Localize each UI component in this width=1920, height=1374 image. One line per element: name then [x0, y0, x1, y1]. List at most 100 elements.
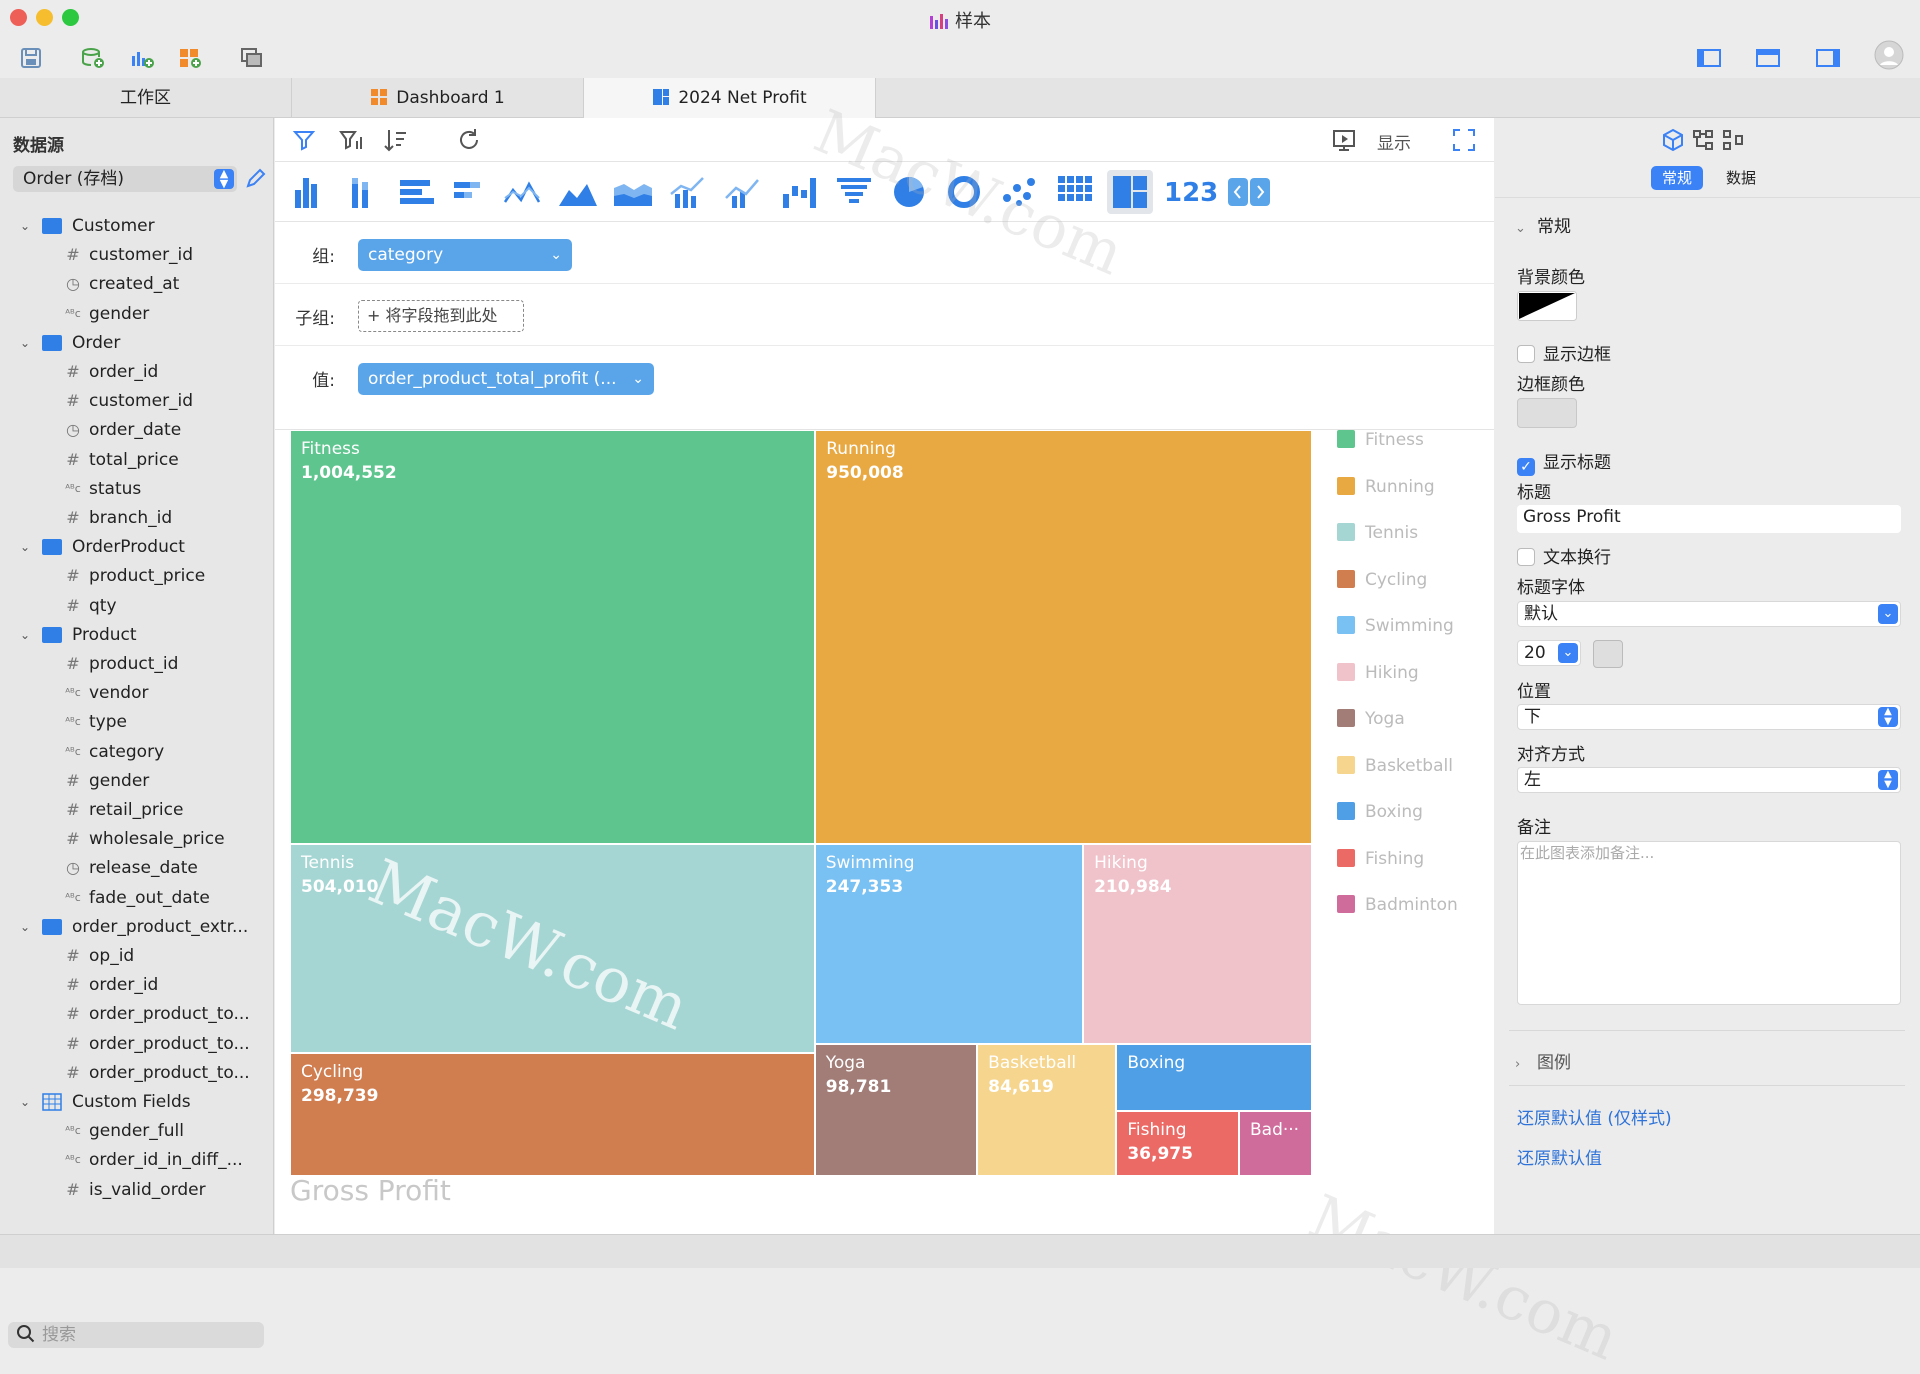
- reset-all-link[interactable]: 还原默认值: [1517, 1144, 1602, 1169]
- tree-field-node[interactable]: # order_product_to...: [66, 1000, 249, 1028]
- tree-table-node[interactable]: ⌄ order_product_extr...: [20, 913, 248, 941]
- treemap-tile[interactable]: Swimming 247,353: [814, 844, 1084, 1045]
- tree-field-node[interactable]: ◷ order_date: [66, 416, 181, 444]
- toggle-right-panel-icon[interactable]: [1815, 46, 1841, 70]
- tab-data[interactable]: 数据: [1715, 166, 1767, 190]
- filter-icon[interactable]: [292, 127, 318, 153]
- legend-item[interactable]: Badminton: [1337, 895, 1458, 917]
- tree-field-node[interactable]: # product_price: [66, 562, 205, 590]
- position-select[interactable]: 下 ▲ ▼: [1517, 704, 1901, 730]
- tree-field-node[interactable]: # order_product_to...: [66, 1059, 249, 1087]
- tree-field-node[interactable]: # is_valid_order: [66, 1176, 205, 1204]
- add-dashboard-icon[interactable]: [177, 46, 203, 70]
- tree-field-node[interactable]: # total_price: [66, 446, 178, 474]
- tree-field-node[interactable]: ᴬᴮc gender_full: [65, 1117, 184, 1145]
- chevron-down-icon[interactable]: ⌄: [20, 329, 34, 357]
- chart-type-next-icon[interactable]: [1250, 170, 1270, 214]
- present-icon[interactable]: [1331, 127, 1357, 153]
- heatmap-chart-icon[interactable]: [1052, 170, 1098, 214]
- sort-icon[interactable]: [383, 127, 409, 153]
- legend-item[interactable]: Fishing: [1337, 848, 1424, 871]
- layout-tree-icon[interactable]: [1691, 128, 1715, 152]
- tree-field-node[interactable]: ᴬᴮc gender: [65, 300, 149, 328]
- layout-split-icon[interactable]: [1721, 128, 1745, 152]
- datasource-select[interactable]: Order (存档) ▲ ▼: [13, 166, 237, 192]
- funnel-chart-icon[interactable]: [831, 170, 877, 214]
- tree-field-node[interactable]: # customer_id: [66, 241, 193, 269]
- fullscreen-icon[interactable]: [1451, 127, 1477, 153]
- tree-field-node[interactable]: # wholesale_price: [66, 825, 224, 853]
- bar-chart-icon[interactable]: [392, 170, 438, 214]
- chevron-down-icon[interactable]: ⌄: [20, 621, 34, 649]
- treemap-tile[interactable]: Cycling 298,739: [290, 1052, 815, 1176]
- waterfall-chart-icon[interactable]: [775, 170, 821, 214]
- treemap-tile[interactable]: Yoga 98,781: [814, 1044, 978, 1176]
- border-color-swatch[interactable]: [1517, 398, 1577, 428]
- chevron-down-icon[interactable]: ⌄: [20, 533, 34, 561]
- tree-field-node[interactable]: # order_id: [66, 358, 158, 386]
- legend-item[interactable]: Yoga: [1337, 709, 1405, 731]
- treemap-tile[interactable]: Tennis 504,010: [290, 844, 815, 1053]
- tab-dashboard-1[interactable]: Dashboard 1: [292, 78, 584, 118]
- legend-item[interactable]: Swimming: [1337, 616, 1454, 638]
- combo-chart-icon[interactable]: [665, 170, 711, 214]
- show-border-checkbox[interactable]: 显示边框: [1517, 340, 1611, 365]
- toggle-top-panel-icon[interactable]: [1755, 46, 1781, 70]
- tree-field-node[interactable]: # retail_price: [66, 796, 183, 824]
- chevron-down-icon[interactable]: ⌄: [20, 212, 34, 240]
- font-color-swatch[interactable]: [1593, 640, 1623, 668]
- legend-item[interactable]: Cycling: [1337, 569, 1427, 592]
- notes-textarea[interactable]: 在此图表添加备注...: [1517, 841, 1901, 1005]
- tree-field-node[interactable]: # product_id: [66, 650, 178, 678]
- field-search-input[interactable]: 搜索: [8, 1322, 264, 1348]
- show-title-checkbox[interactable]: ✓ 显示标题: [1517, 448, 1611, 476]
- legend-item[interactable]: Boxing: [1337, 802, 1423, 824]
- cube-icon[interactable]: [1661, 128, 1685, 152]
- tree-field-node[interactable]: ᴬᴮc category: [65, 738, 164, 766]
- tree-field-node[interactable]: # order_id: [66, 971, 158, 999]
- legend-item[interactable]: Fitness: [1337, 430, 1424, 452]
- title-font-select[interactable]: 默认 ⌄: [1517, 601, 1901, 627]
- account-avatar-icon[interactable]: [1874, 40, 1904, 70]
- wrap-text-checkbox[interactable]: 文本换行: [1517, 543, 1611, 568]
- tree-field-node[interactable]: ◷ release_date: [66, 854, 198, 882]
- legend-item[interactable]: Basketball: [1337, 755, 1453, 778]
- tree-field-node[interactable]: # customer_id: [66, 387, 193, 415]
- tree-field-node[interactable]: # branch_id: [66, 504, 172, 532]
- align-select[interactable]: 左 ▲ ▼: [1517, 767, 1901, 793]
- add-datasource-icon[interactable]: [80, 46, 106, 70]
- treemap-tile[interactable]: Bad···: [1239, 1110, 1312, 1176]
- line-chart-icon[interactable]: [500, 170, 546, 214]
- tree-field-node[interactable]: # qty: [66, 592, 116, 620]
- tree-field-node[interactable]: ◷ created_at: [66, 270, 179, 298]
- value-field-select[interactable]: order_product_total_profit (... ⌄: [358, 363, 654, 395]
- group-field-select[interactable]: category ⌄: [358, 239, 572, 271]
- treemap-tile[interactable]: Boxing: [1116, 1044, 1312, 1111]
- scatter-chart-icon[interactable]: [997, 170, 1043, 214]
- treemap-tile[interactable]: Basketball 84,619: [977, 1044, 1117, 1176]
- tree-field-node[interactable]: ᴬᴮc status: [65, 475, 141, 503]
- save-icon[interactable]: [18, 46, 44, 70]
- legend-item[interactable]: Tennis: [1337, 523, 1418, 545]
- treemap-tile[interactable]: Fitness 1,004,552: [290, 430, 816, 845]
- duplicate-icon[interactable]: [239, 46, 265, 70]
- legend-item[interactable]: Hiking: [1337, 662, 1419, 685]
- tab-2024-net-profit[interactable]: 2024 Net Profit: [584, 78, 876, 118]
- toggle-left-panel-icon[interactable]: [1696, 46, 1722, 70]
- treemap-tile[interactable]: Hiking 210,984: [1083, 844, 1312, 1045]
- area-chart-icon[interactable]: [555, 170, 601, 214]
- edit-pencil-icon[interactable]: [244, 168, 266, 190]
- kpi-number-icon[interactable]: 123: [1162, 170, 1222, 214]
- treemap-type-icon[interactable]: [1107, 170, 1153, 214]
- treemap-tile[interactable]: Running 950,008: [815, 430, 1312, 845]
- tree-table-node[interactable]: ⌄ Custom Fields: [20, 1088, 191, 1116]
- legend-item[interactable]: Running: [1337, 476, 1435, 499]
- stacked-bar-icon[interactable]: [446, 170, 492, 214]
- legend-section-header[interactable]: › 图例: [1515, 1048, 1571, 1073]
- dual-axis-icon[interactable]: [720, 170, 766, 214]
- tree-field-node[interactable]: # order_product_to...: [66, 1030, 249, 1058]
- chevron-down-icon[interactable]: ⌄: [20, 1088, 34, 1116]
- tree-field-node[interactable]: ᴬᴮc order_id_in_diff_...: [65, 1146, 243, 1174]
- title-input[interactable]: Gross Profit: [1517, 505, 1901, 533]
- subgroup-drop-zone[interactable]: + 将字段拖到此处: [358, 300, 524, 332]
